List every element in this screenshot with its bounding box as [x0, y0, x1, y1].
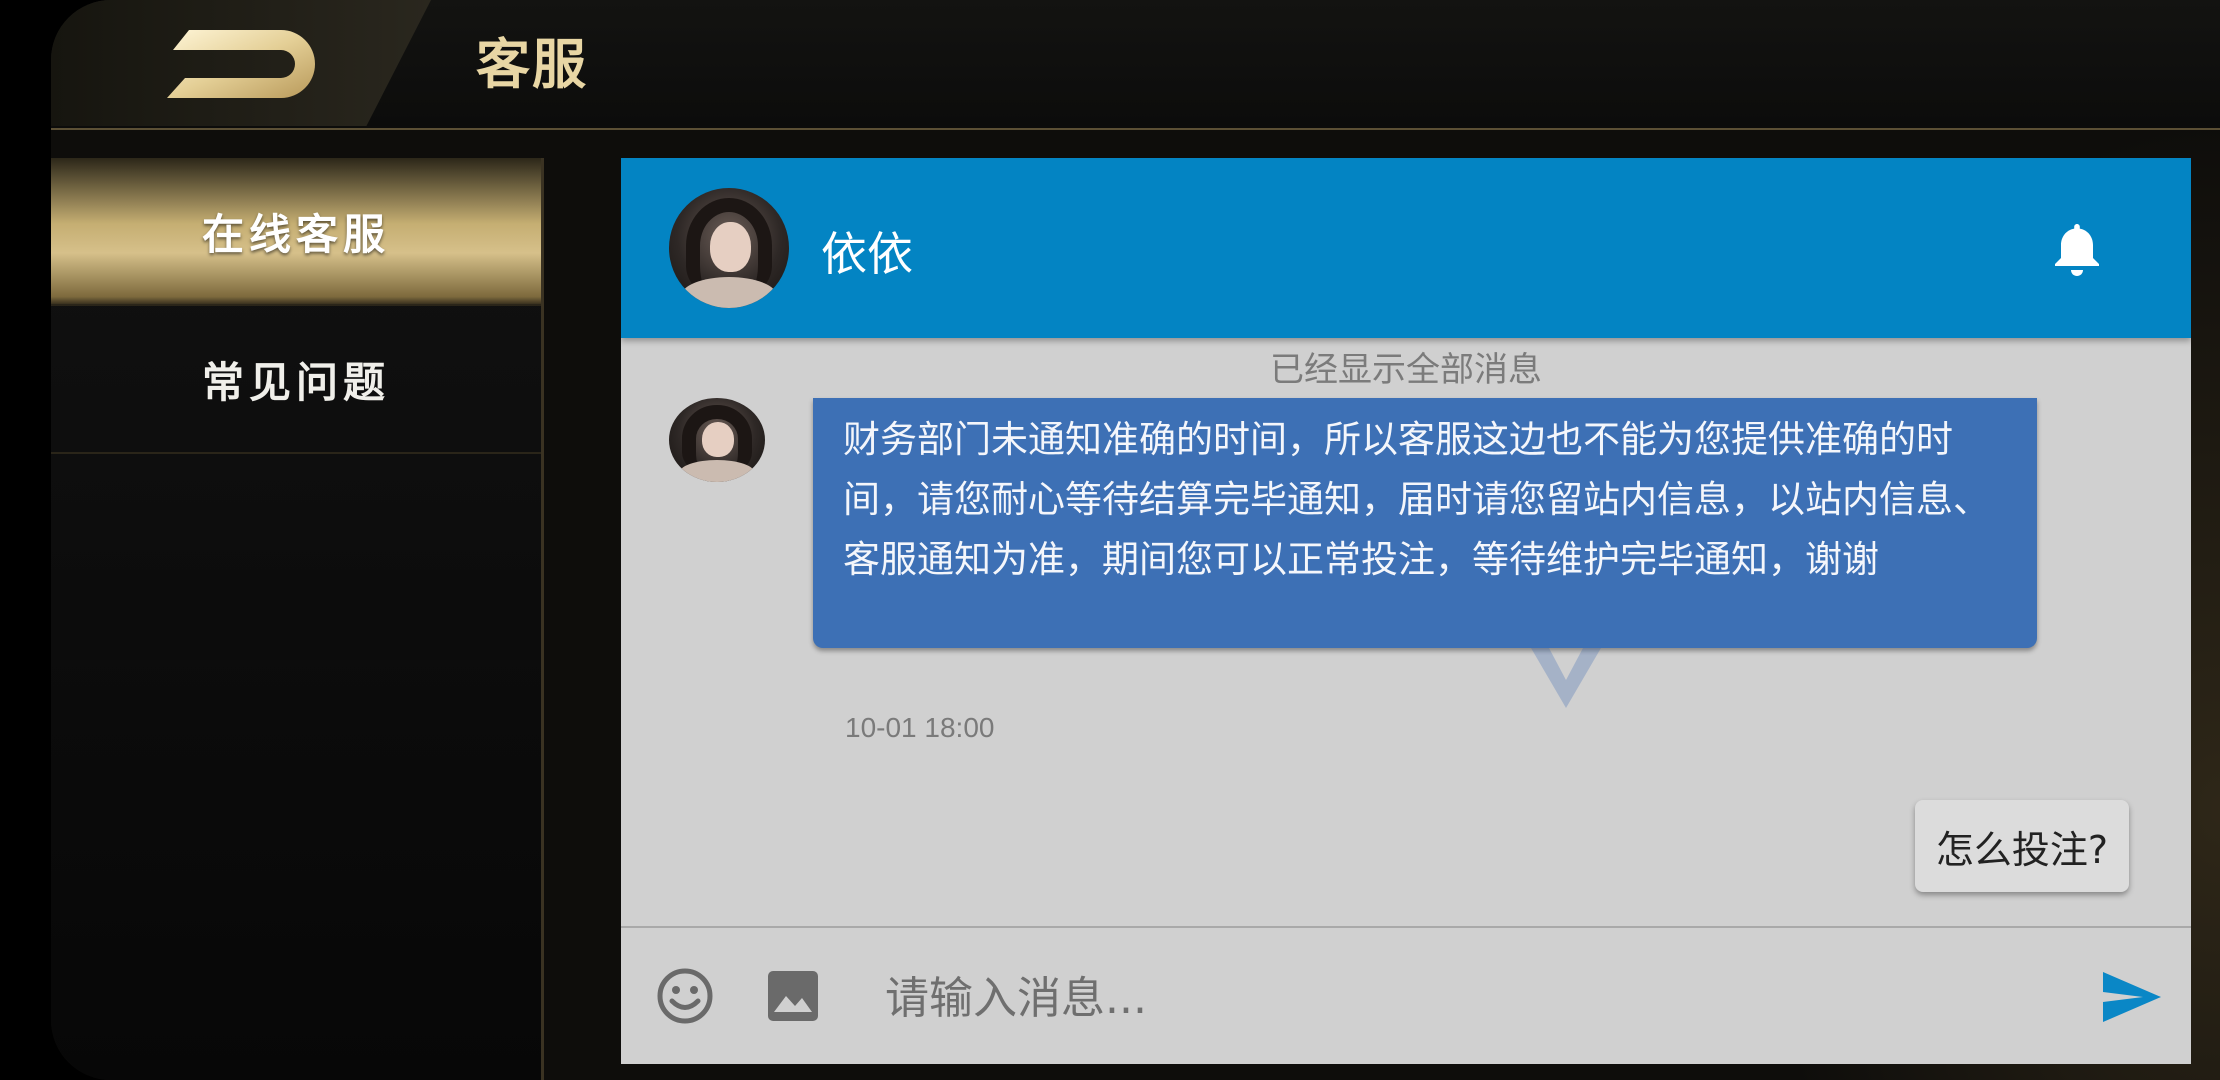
back-button[interactable]: [161, 24, 321, 104]
message-timestamp: 10-01 18:00: [845, 712, 995, 743]
watermark-icon: [1531, 648, 1601, 708]
image-icon: [768, 971, 818, 1021]
agent-avatar[interactable]: [669, 188, 789, 308]
image-button[interactable]: [765, 968, 821, 1024]
sidebar: 在线客服 常见问题: [51, 158, 544, 1080]
message-avatar[interactable]: [669, 398, 765, 482]
top-bar: 客服: [51, 0, 2220, 130]
send-icon: [2103, 972, 2161, 1022]
agent-message-bubble: 财务部门未通知准确的时间，所以客服这边也不能为您提供准确的时间，请您耐心等待结算…: [813, 398, 2037, 648]
sidebar-item-faq[interactable]: 常见问题: [51, 306, 541, 454]
notification-button[interactable]: [2051, 220, 2103, 278]
bell-icon: [2055, 224, 2099, 276]
agent-name: 依依: [821, 227, 913, 281]
message-input[interactable]: [883, 956, 2067, 1040]
app-window: 客服 在线客服 常见问题 依依 已经显示全部消息 财务部门未通知准确的时间，所以…: [51, 0, 2220, 1080]
quick-reply-button[interactable]: 怎么投注?: [1915, 800, 2129, 892]
input-bar: [621, 926, 2191, 1064]
chat-panel: 依依 已经显示全部消息 财务部门未通知准确的时间，所以客服这边也不能为您提供准确…: [621, 158, 2191, 1064]
sidebar-item-online-service[interactable]: 在线客服: [51, 158, 541, 306]
emoji-button[interactable]: [655, 966, 715, 1026]
chat-header: 依依: [621, 158, 2191, 338]
back-d-icon: [167, 30, 315, 98]
page-title: 客服: [476, 33, 588, 96]
emoji-icon: [657, 968, 713, 1024]
send-button[interactable]: [2101, 970, 2163, 1024]
history-notice: 已经显示全部消息: [1270, 350, 1542, 390]
